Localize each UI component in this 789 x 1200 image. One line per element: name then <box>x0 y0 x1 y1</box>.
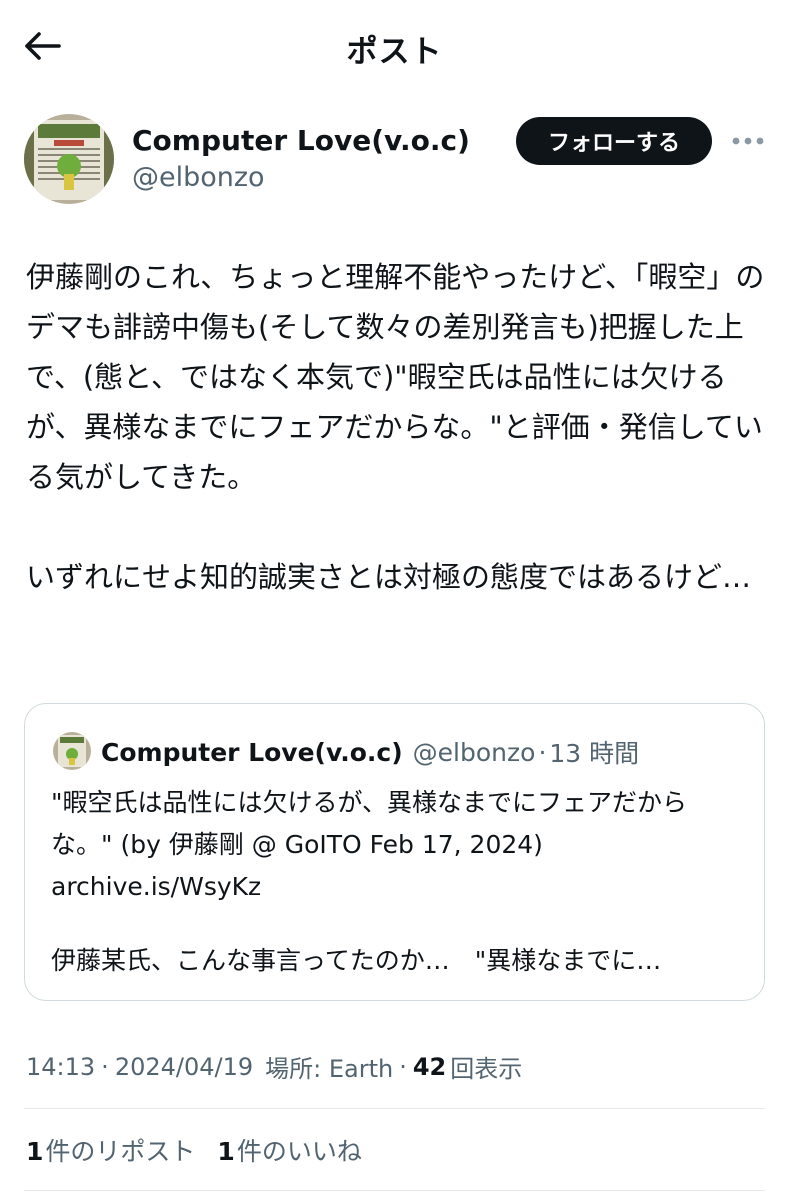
top-bar: ポスト <box>0 0 789 92</box>
post-time[interactable]: 14:13 <box>26 1053 95 1081</box>
views-count: 42 <box>412 1052 447 1081</box>
quoted-separator: · <box>538 737 547 767</box>
more-options-button[interactable] <box>728 126 768 156</box>
engagement-stats: 1件のリポスト 1件のいいね <box>26 1132 384 1168</box>
reposts-count: 1 <box>26 1137 44 1166</box>
post-detail-page: ポスト Computer Love(v.o.c) @elbonzo フォローする <box>0 0 789 1200</box>
avatar[interactable] <box>24 114 114 204</box>
more-dots-icon <box>732 137 764 145</box>
quoted-display-name: Computer Love(v.o.c) <box>101 737 403 767</box>
meta-separator: · <box>101 1052 109 1081</box>
avatar-image <box>24 114 114 204</box>
post-meta: 14:13 · 2024/04/19 場所: Earth · 42 回表示 <box>26 1049 522 1084</box>
post-location: 場所: Earth <box>265 1055 394 1083</box>
follow-button[interactable]: フォローする <box>516 117 712 165</box>
post-date[interactable]: 2024/04/19 <box>115 1053 253 1081</box>
divider <box>24 1108 765 1109</box>
quoted-text-continuation: 伊藤某氏、こんな事言ってたのか… "異様なまでに… <box>51 946 662 975</box>
likes-stat[interactable]: 1件のいいね <box>217 1132 361 1168</box>
quoted-avatar-image <box>53 732 91 770</box>
likes-label: 件のいいね <box>236 1137 362 1166</box>
quoted-timestamp: 13 時間 <box>549 739 640 768</box>
reposts-stat[interactable]: 1件のリポスト <box>26 1132 195 1168</box>
meta-separator: · <box>399 1052 407 1081</box>
divider <box>24 1190 765 1191</box>
likes-count: 1 <box>217 1137 235 1166</box>
quoted-header: Computer Love(v.o.c) @elbonzo · 13 時間 <box>101 732 639 772</box>
views-label: 回表示 <box>450 1055 523 1083</box>
post-text: 伊藤剛のこれ、ちょっと理解不能やったけど、「暇空」のデマも誹謗中傷も(そして数々… <box>26 260 765 594</box>
reposts-label: 件のリポスト <box>45 1137 196 1166</box>
quoted-handle: @elbonzo <box>412 737 536 767</box>
quoted-text: "暇空氏は品性には欠けるが、異様なまでにフェアだからな。" (by 伊藤剛 @ … <box>51 788 688 901</box>
author-handle[interactable]: @elbonzo <box>132 162 265 193</box>
page-title: ポスト <box>346 34 443 70</box>
author-display-name[interactable]: Computer Love(v.o.c) <box>132 124 470 157</box>
quoted-post-card[interactable]: Computer Love(v.o.c) @elbonzo · 13 時間 "暇… <box>24 703 765 1001</box>
quoted-avatar <box>53 732 91 770</box>
